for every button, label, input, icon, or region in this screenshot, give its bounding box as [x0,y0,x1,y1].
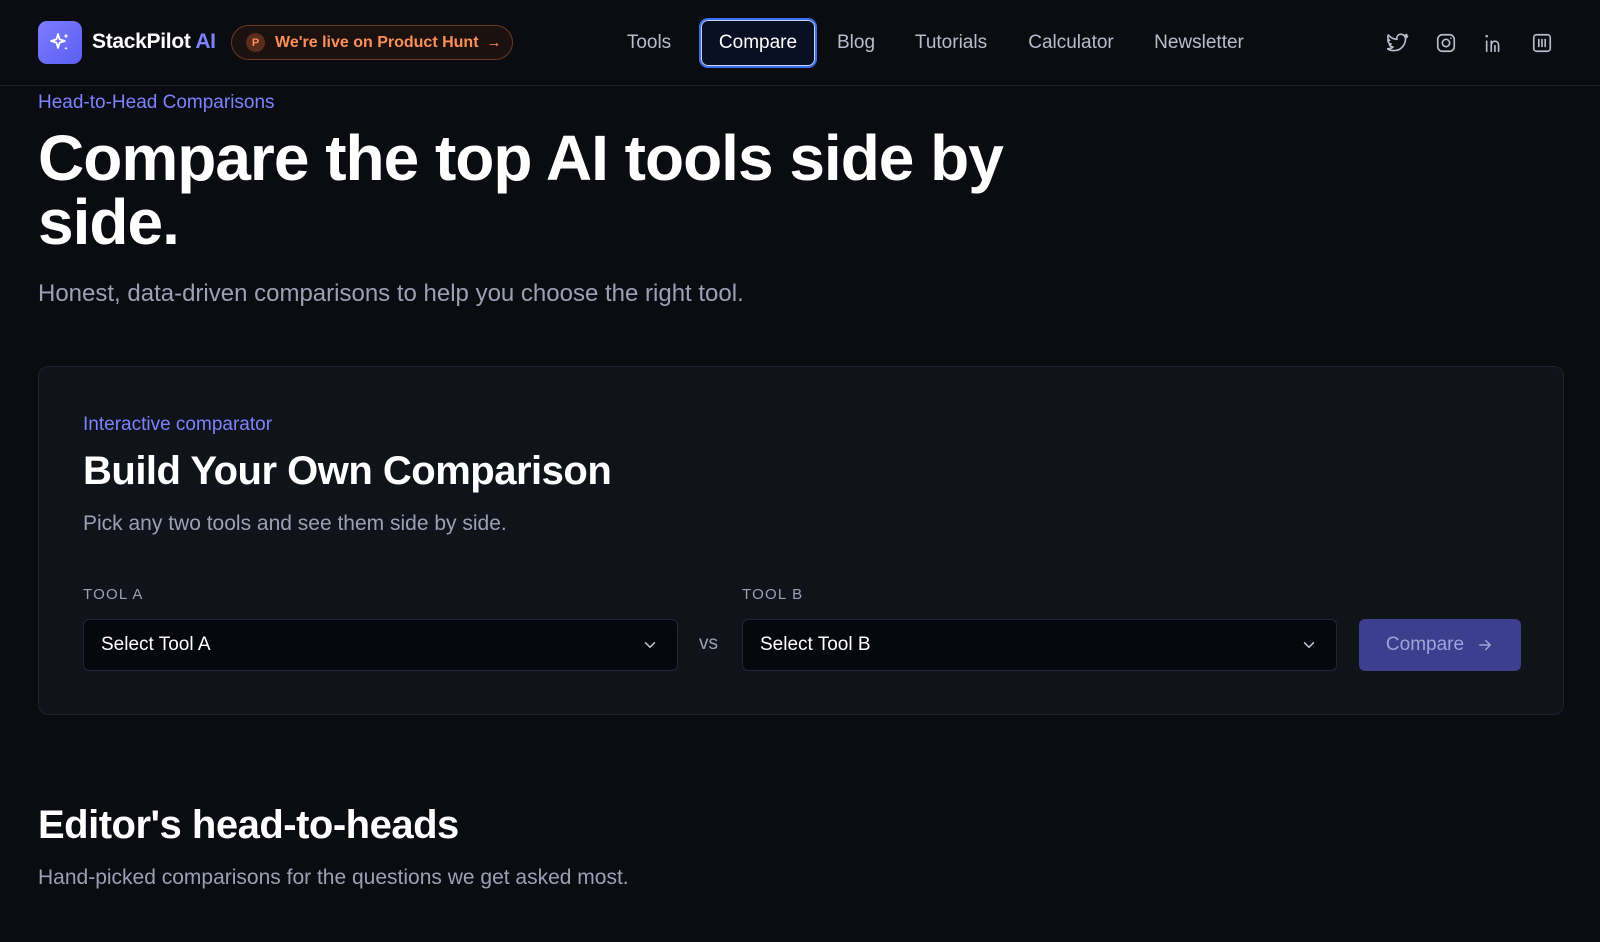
vs-separator: vs [699,633,718,654]
hero-subtitle: Honest, data-driven comparisons to help … [38,280,744,307]
tool-a-value: Select Tool A [101,634,211,655]
arrow-right-icon: → [486,34,502,51]
brand-accent-text: AI [195,30,216,53]
product-hunt-label: We're live on Product Hunt [275,33,479,51]
brand-name[interactable]: StackPilot AI [92,30,216,54]
tool-b-label: TOOL B [742,586,804,603]
sparkle-icon [50,32,69,50]
tool-a-label: TOOL A [83,586,144,603]
chevron-down-icon [644,642,656,648]
compare-button-label: Compare [1385,634,1465,655]
editors-section-title: Editor's head-to-heads [38,803,459,847]
product-hunt-banner[interactable]: P We're live on Product Hunt → [231,25,513,60]
product-hunt-badge-icon: P [246,33,265,52]
editors-section-subtitle: Hand-picked comparisons for the question… [38,866,629,889]
page-title: Compare the top AI tools side by side. [38,122,1004,258]
site-header: StackPilot AI P We're live on Product Hu… [0,0,1600,86]
nav-compare[interactable]: Compare [699,18,817,68]
twitter-icon[interactable] [1386,31,1410,55]
comparator-card: Interactive comparator Build Your Own Co… [38,366,1564,715]
tool-b-value: Select Tool B [760,634,871,655]
comparator-eyebrow: Interactive comparator [83,414,273,435]
chevron-down-icon [1303,642,1315,648]
comparator-subtitle: Pick any two tools and see them side by … [83,512,507,535]
comparator-title: Build Your Own Comparison [83,449,612,493]
nav-newsletter[interactable]: Newsletter [1150,18,1248,68]
nav-calculator[interactable]: Calculator [1024,18,1118,68]
product-hunt-icon[interactable] [1530,31,1554,55]
linkedin-icon[interactable] [1482,31,1506,55]
tool-b-select[interactable]: Select Tool B [742,619,1337,671]
nav-tools[interactable]: Tools [620,18,678,68]
tool-a-select[interactable]: Select Tool A [83,619,678,671]
compare-button[interactable]: Compare [1359,619,1521,671]
arrow-right-icon [1479,639,1492,651]
brand-name-text: StackPilot [92,30,191,53]
nav-blog[interactable]: Blog [834,18,878,68]
logo-mark[interactable] [38,21,82,64]
instagram-icon[interactable] [1434,31,1458,55]
hero-eyebrow: Head-to-Head Comparisons [38,92,275,113]
nav-tutorials[interactable]: Tutorials [911,18,991,68]
